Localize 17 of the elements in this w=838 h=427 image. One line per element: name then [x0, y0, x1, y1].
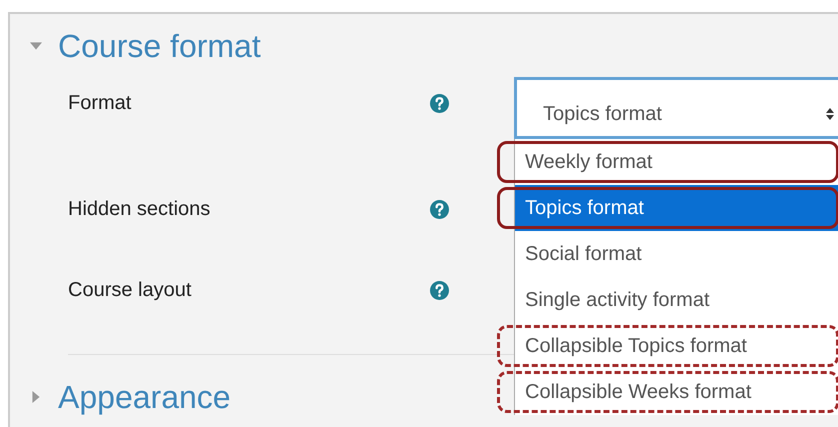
help-icon[interactable]	[430, 281, 449, 300]
collapsed-triangle-icon[interactable]	[30, 391, 42, 403]
expanded-triangle-icon[interactable]	[30, 40, 42, 52]
dropdown-option[interactable]: Collapsible Topics format	[515, 323, 838, 369]
dropdown-option[interactable]: Weekly format	[515, 139, 838, 185]
section-heading[interactable]: Course format	[58, 28, 261, 64]
section-heading[interactable]: Appearance	[58, 378, 231, 416]
dropdown-option[interactable]: Single activity format	[515, 277, 838, 323]
sort-arrows-icon	[826, 108, 834, 120]
field-label: Format	[68, 92, 132, 115]
dropdown-option[interactable]: Collapsible Weeks format	[515, 369, 838, 415]
field-label: Hidden sections	[68, 198, 212, 221]
format-select[interactable]: Topics format	[514, 77, 838, 139]
dropdown-option[interactable]: Social format	[515, 231, 838, 277]
field-label: Course layout	[68, 279, 192, 302]
help-icon[interactable]	[430, 94, 449, 113]
help-icon[interactable]	[430, 200, 449, 219]
